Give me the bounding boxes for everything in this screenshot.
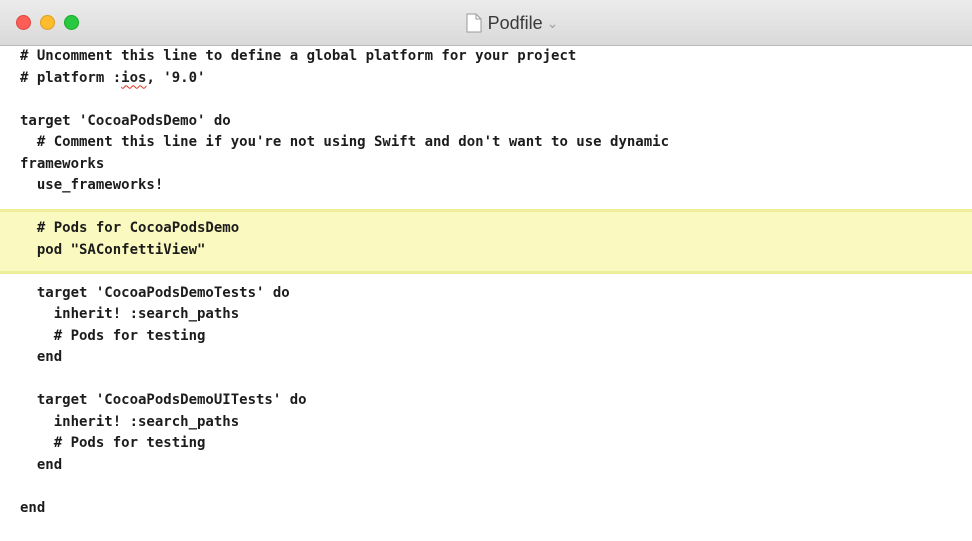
code-line[interactable]: end bbox=[20, 455, 669, 477]
code-line[interactable]: end bbox=[20, 498, 669, 520]
code-line[interactable]: end bbox=[20, 347, 669, 369]
code-line[interactable]: target 'CocoaPodsDemoUITests' do bbox=[20, 390, 669, 412]
code-line[interactable]: # platform :ios, '9.0' bbox=[20, 68, 669, 90]
code-text[interactable]: # Uncomment this line to define a global… bbox=[20, 46, 669, 519]
code-line[interactable]: frameworks bbox=[20, 154, 669, 176]
text-editor-window: Podfile ⌄ # Uncomment this line to defin… bbox=[0, 0, 972, 541]
title-bar[interactable]: Podfile ⌄ bbox=[0, 0, 972, 46]
code-line[interactable]: # Comment this line if you're not using … bbox=[20, 132, 669, 154]
code-line[interactable]: pod "SAConfettiView" bbox=[20, 240, 669, 262]
code-line[interactable]: # Pods for testing bbox=[20, 433, 669, 455]
code-line[interactable] bbox=[20, 261, 669, 283]
code-line[interactable] bbox=[20, 476, 669, 498]
window-title-area[interactable]: Podfile ⌄ bbox=[0, 0, 972, 46]
code-line[interactable]: # Pods for testing bbox=[20, 326, 669, 348]
code-line[interactable] bbox=[20, 197, 669, 219]
title-chevron-down-icon[interactable]: ⌄ bbox=[547, 15, 559, 32]
code-line[interactable]: # Pods for CocoaPodsDemo bbox=[20, 218, 669, 240]
window-title: Podfile bbox=[487, 12, 543, 33]
editor-area[interactable]: # Uncomment this line to define a global… bbox=[0, 46, 972, 541]
code-line[interactable]: inherit! :search_paths bbox=[20, 304, 669, 326]
code-line[interactable] bbox=[20, 369, 669, 391]
spelling-error-underline: ios bbox=[121, 69, 147, 86]
document-icon bbox=[466, 13, 482, 33]
code-line[interactable] bbox=[20, 89, 669, 111]
code-line[interactable]: # Uncomment this line to define a global… bbox=[20, 46, 669, 68]
code-line[interactable]: target 'CocoaPodsDemo' do bbox=[20, 111, 669, 133]
code-line[interactable]: inherit! :search_paths bbox=[20, 412, 669, 434]
code-line[interactable]: target 'CocoaPodsDemoTests' do bbox=[20, 283, 669, 305]
code-line[interactable]: use_frameworks! bbox=[20, 175, 669, 197]
